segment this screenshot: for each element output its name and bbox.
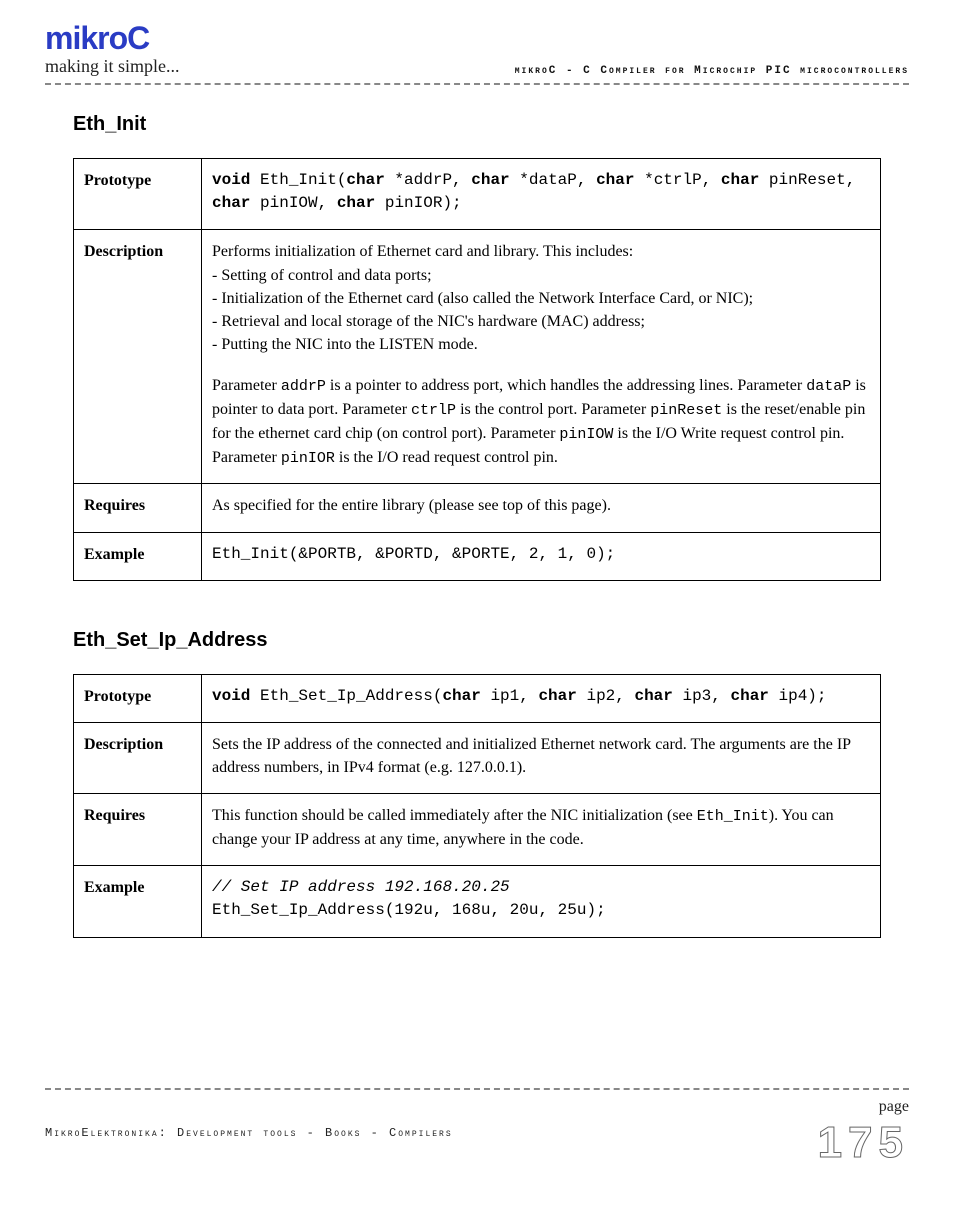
row-description: Description Sets the IP address of the c… (74, 722, 881, 793)
desc-bullet: - Putting the NIC into the LISTEN mode. (212, 336, 478, 353)
footer-left-text: MikroElektronika: Development tools - Bo… (45, 1098, 453, 1140)
row-description: Description Performs initialization of E… (74, 230, 881, 484)
description-label: Description (74, 722, 202, 793)
page-label: page (818, 1098, 909, 1116)
prototype-label: Prototype (74, 159, 202, 230)
header-right-text: mikroC - C Compiler for Microchip PIC mi… (515, 65, 909, 77)
header-divider (45, 83, 909, 85)
requires-text: This function should be called immediate… (202, 794, 881, 866)
row-requires: Requires As specified for the entire lib… (74, 484, 881, 532)
function-table-eth-init: Prototype void Eth_Init(char *addrP, cha… (73, 158, 881, 581)
row-example: Example // Set IP address 192.168.20.25E… (74, 866, 881, 937)
desc-bullet: - Retrieval and local storage of the NIC… (212, 313, 645, 330)
page-content: Eth_Init Prototype void Eth_Init(char *a… (45, 113, 909, 938)
section-heading-eth-set-ip: Eth_Set_Ip_Address (73, 629, 881, 652)
desc-bullet: - Initialization of the Ethernet card (a… (212, 290, 753, 307)
function-table-eth-set-ip: Prototype void Eth_Set_Ip_Address(char i… (73, 674, 881, 938)
example-label: Example (74, 532, 202, 580)
requires-label: Requires (74, 794, 202, 866)
example-label: Example (74, 866, 202, 937)
requires-label: Requires (74, 484, 202, 532)
section-heading-eth-init: Eth_Init (73, 113, 881, 136)
row-prototype: Prototype void Eth_Init(char *addrP, cha… (74, 159, 881, 230)
desc-intro: Performs initialization of Ethernet card… (212, 243, 633, 260)
page-number: 175 (818, 1118, 909, 1168)
row-prototype: Prototype void Eth_Set_Ip_Address(char i… (74, 674, 881, 722)
footer-divider (45, 1088, 909, 1090)
description-para2: Parameter addrP is a pointer to address … (212, 374, 870, 469)
description-label: Description (74, 230, 202, 484)
description-para1: Performs initialization of Ethernet card… (212, 240, 870, 356)
page-footer: MikroElektronika: Development tools - Bo… (45, 1098, 909, 1168)
prototype-label: Prototype (74, 674, 202, 722)
description-body: Performs initialization of Ethernet card… (202, 230, 881, 484)
example-code: Eth_Init(&PORTB, &PORTD, &PORTE, 2, 1, 0… (202, 532, 881, 580)
prototype-code: void Eth_Set_Ip_Address(char ip1, char i… (202, 674, 881, 722)
description-text: Sets the IP address of the connected and… (202, 722, 881, 793)
example-code: // Set IP address 192.168.20.25Eth_Set_I… (202, 866, 881, 937)
logo-tagline: making it simple... (45, 56, 180, 77)
desc-bullet: - Setting of control and data ports; (212, 267, 432, 284)
logo-text: mikroC (45, 22, 180, 54)
row-example: Example Eth_Init(&PORTB, &PORTD, &PORTE,… (74, 532, 881, 580)
requires-text: As specified for the entire library (ple… (202, 484, 881, 532)
page-header: mikroC making it simple... mikroC - C Co… (45, 22, 909, 77)
logo-block: mikroC making it simple... (45, 22, 180, 77)
row-requires: Requires This function should be called … (74, 794, 881, 866)
prototype-code: void Eth_Init(char *addrP, char *dataP, … (202, 159, 881, 230)
document-page: mikroC making it simple... mikroC - C Co… (0, 0, 954, 1208)
footer-right: page 175 (818, 1098, 909, 1168)
